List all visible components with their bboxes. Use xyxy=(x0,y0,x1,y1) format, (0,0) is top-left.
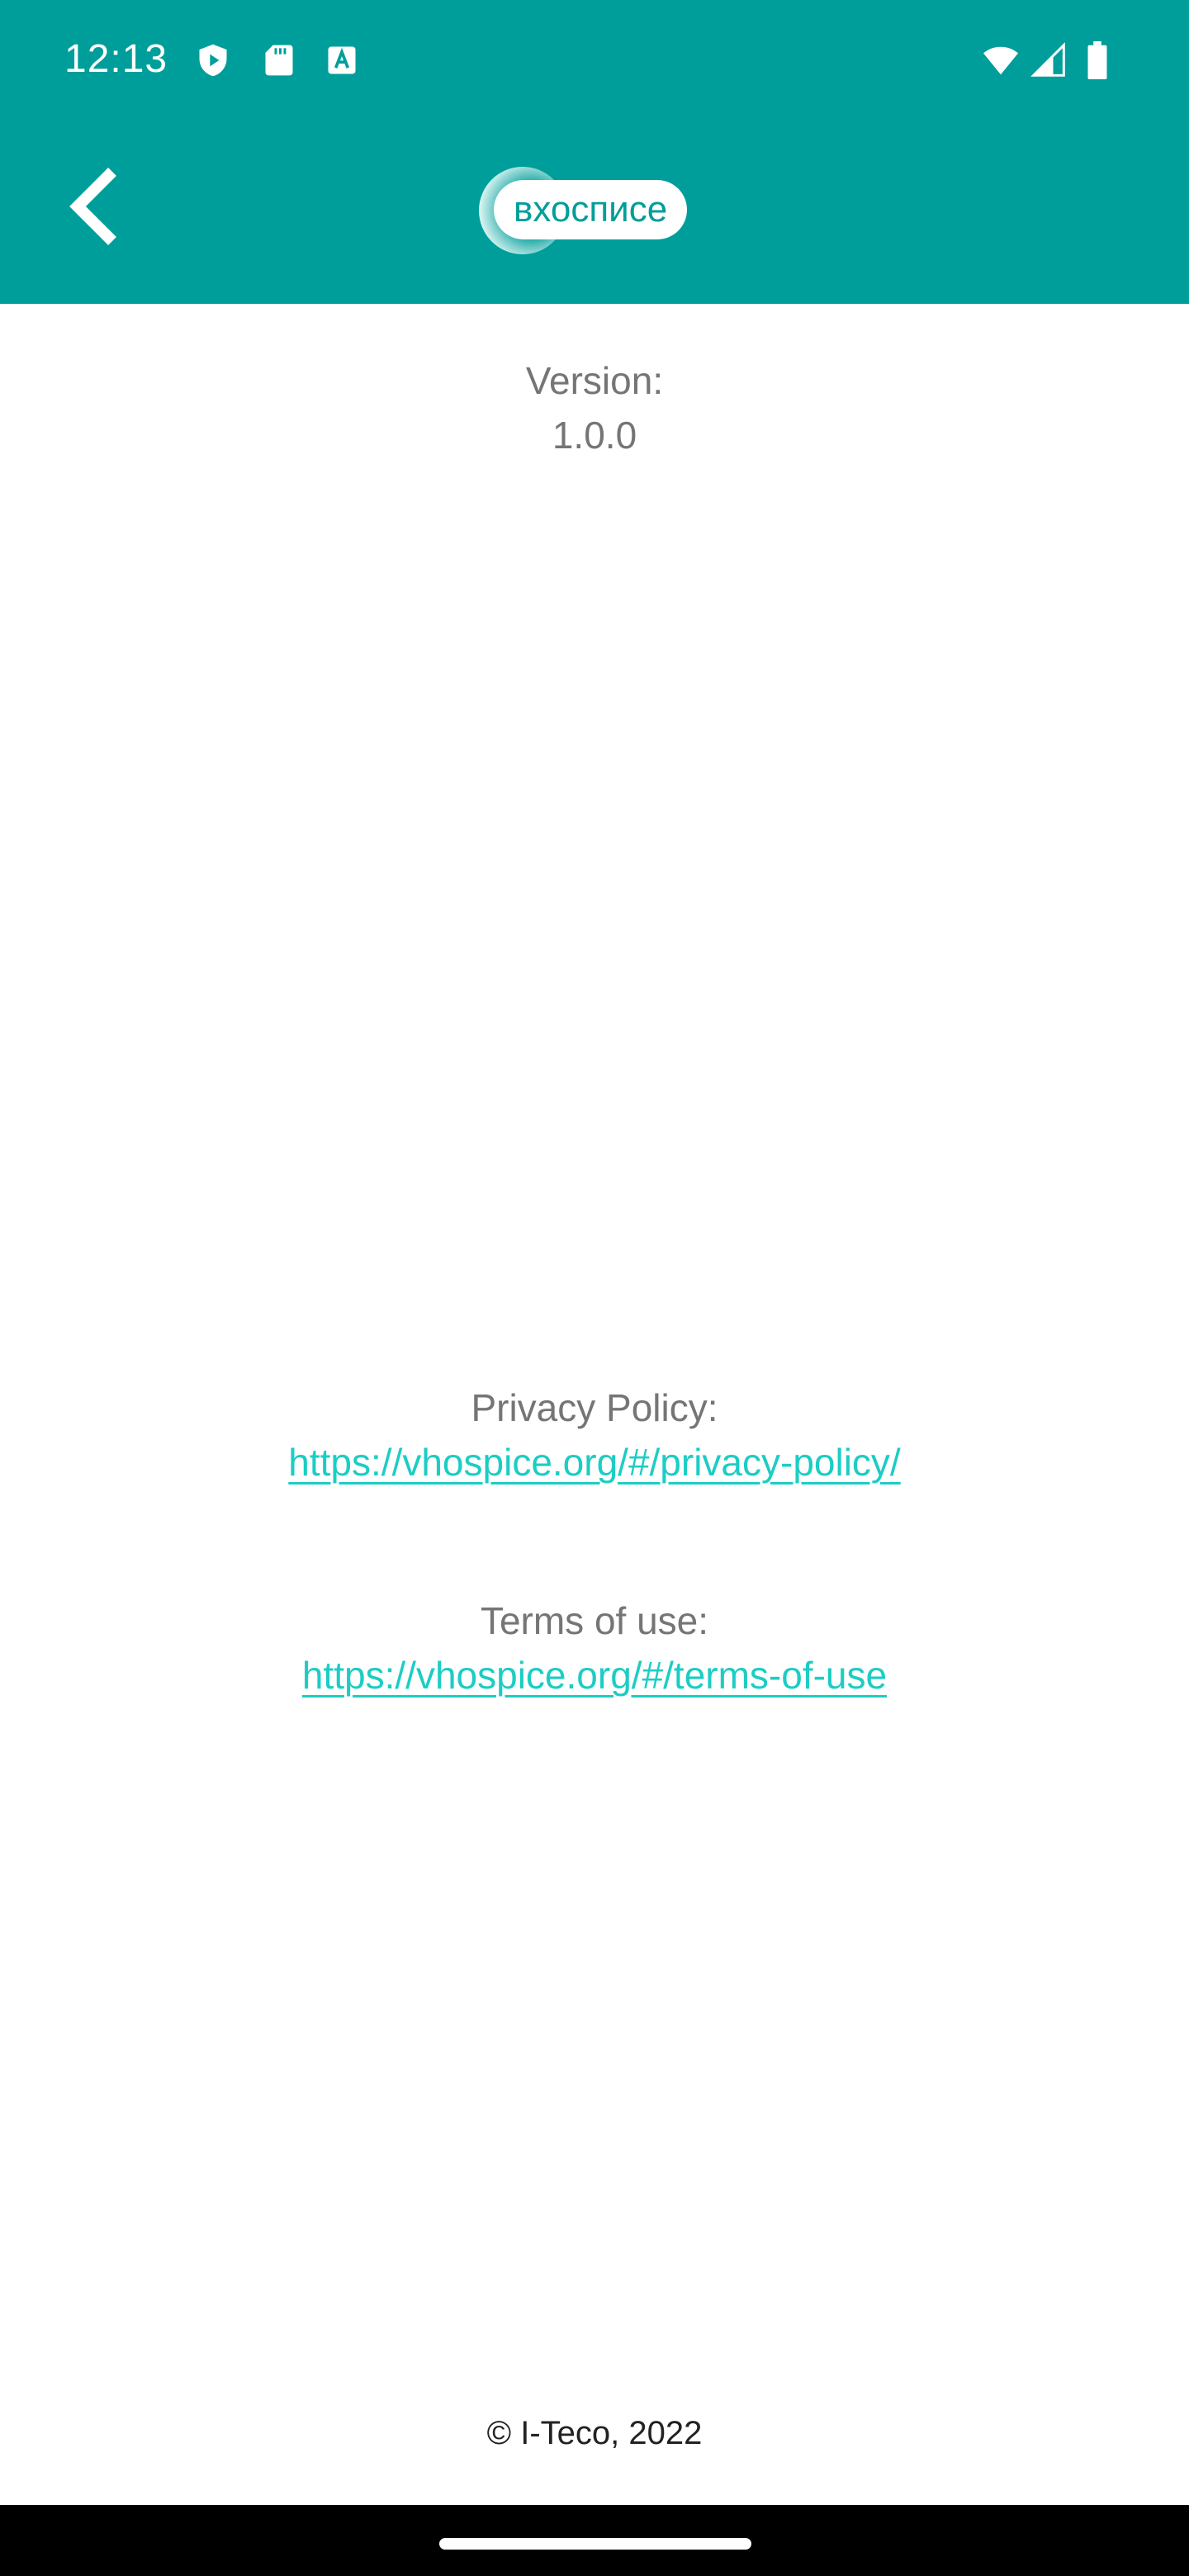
app-bar: вхосписе xyxy=(0,119,1189,304)
back-button[interactable] xyxy=(46,160,139,253)
battery-icon xyxy=(1085,41,1110,79)
logo-text: вхосписе xyxy=(494,180,688,239)
app-logo: вхосписе xyxy=(477,165,710,256)
about-screen: 12:13 вхосписе Version: 1.0.0 Privacy Po… xyxy=(0,0,1189,2576)
version-label: Version: xyxy=(525,359,664,402)
sd-card-icon xyxy=(261,41,297,79)
home-gesture-handle[interactable] xyxy=(439,2538,751,2550)
privacy-policy-link[interactable]: https://vhospice.org/#/privacy-policy/ xyxy=(288,1441,900,1484)
copyright-text: © I-Teco, 2022 xyxy=(486,2415,703,2451)
chevron-left-icon xyxy=(69,168,116,245)
version-value: 1.0.0 xyxy=(552,414,637,457)
terms-of-use-link[interactable]: https://vhospice.org/#/terms-of-use xyxy=(302,1654,887,1697)
terms-label: Terms of use: xyxy=(480,1599,709,1642)
status-bar: 12:13 xyxy=(0,0,1189,119)
cell-signal-icon xyxy=(1030,41,1067,79)
wifi-icon xyxy=(979,41,1022,79)
text-a-icon xyxy=(324,41,360,79)
version-section: Version: 1.0.0 xyxy=(0,353,1189,462)
play-protect-icon xyxy=(195,41,231,79)
privacy-section: Privacy Policy: https://vhospice.org/#/p… xyxy=(0,1380,1189,1489)
status-time: 12:13 xyxy=(64,37,168,81)
top-bar: 12:13 вхосписе xyxy=(0,0,1189,304)
terms-section: Terms of use: https://vhospice.org/#/ter… xyxy=(0,1593,1189,1702)
system-nav-bar xyxy=(0,2505,1189,2576)
privacy-label: Privacy Policy: xyxy=(471,1386,718,1429)
